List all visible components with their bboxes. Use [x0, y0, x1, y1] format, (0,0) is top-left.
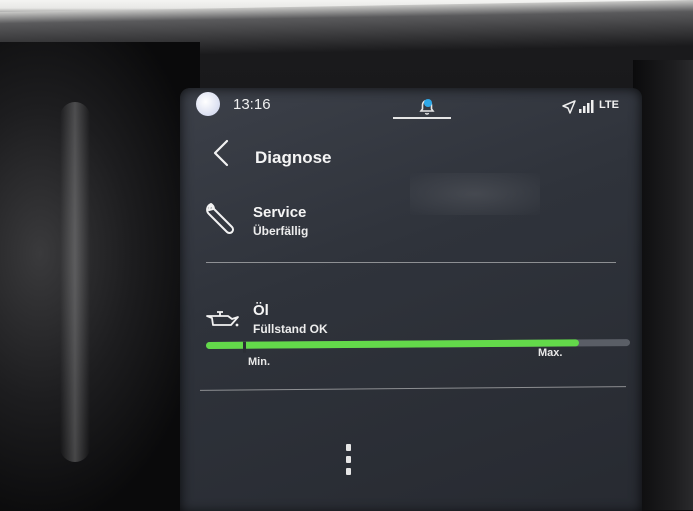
drag-handle[interactable]: [346, 444, 351, 486]
gauge-min-marker: [242, 341, 247, 353]
oil-can-icon: [206, 311, 239, 327]
service-row[interactable]: Service Überfällig: [180, 200, 642, 250]
status-bar: 13:16 LTE: [180, 88, 642, 124]
oil-title: Öl: [253, 302, 269, 319]
network-type: LTE: [599, 99, 619, 111]
bezel-reflection: [60, 102, 90, 462]
display-bezel-right: [633, 60, 693, 510]
signal-strength-icon: [579, 100, 594, 113]
wrench-icon: [206, 203, 235, 235]
oil-status: Füllstand OK: [253, 322, 328, 336]
page-title: Diagnose: [255, 148, 332, 167]
gauge-max-label: Max.: [538, 347, 563, 359]
chevron-left-icon[interactable]: [210, 138, 232, 168]
display-bezel-left: [0, 42, 200, 511]
notification-tab-indicator: [393, 117, 451, 119]
status-time: 13:16: [233, 96, 271, 113]
infotainment-screen: 13:16 LTE Diagnose Service Überfällig Öl…: [180, 88, 642, 511]
page-header: Diagnose: [180, 136, 642, 176]
service-title: Service: [253, 204, 307, 221]
service-status: Überfällig: [253, 224, 309, 238]
notification-bell-icon[interactable]: [417, 97, 437, 117]
gauge-min-label: Min.: [248, 356, 270, 368]
navigation-arrow-icon: [562, 100, 576, 114]
photo-background: 13:16 LTE Diagnose Service Überfällig Öl…: [0, 0, 693, 511]
profile-avatar[interactable]: [196, 92, 220, 116]
divider: [206, 262, 616, 263]
